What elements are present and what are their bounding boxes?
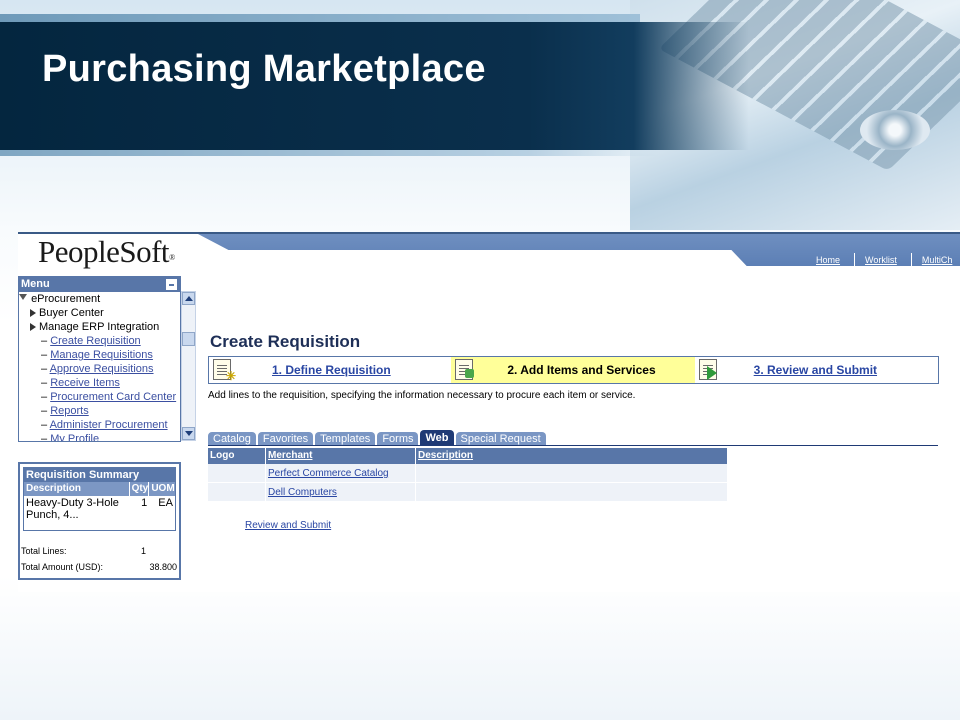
page-title: Create Requisition (210, 332, 361, 351)
merchant-logo (208, 464, 266, 482)
expanded-triangle-icon (19, 294, 27, 301)
total-lines-value: 1 (141, 546, 147, 556)
title-band-top-stripe (0, 14, 640, 22)
step-2-label: 2. Add Items and Services (507, 363, 656, 377)
merchant-link-dell[interactable]: Dell Computers (268, 487, 337, 498)
column-description-sort[interactable]: Description (416, 448, 728, 464)
menu-header: Menu (19, 277, 180, 292)
title-band-bottom-stripe (0, 150, 660, 156)
menu-link-reports[interactable]: Reports (50, 405, 89, 417)
summary-header-row: Description Qty UOM (24, 482, 175, 496)
nav-worklist-link[interactable]: Worklist (855, 255, 911, 265)
step-3-link[interactable]: 3. Review and Submit (754, 363, 877, 377)
menu-link-administer-procurement[interactable]: Administer Procurement (50, 419, 168, 431)
menu-panel: Menu eProcurement Buyer Center Manage ER… (18, 276, 181, 442)
tab-web[interactable]: Web (420, 430, 454, 446)
menu-link-procurement-card-center[interactable]: Procurement Card Center (50, 391, 176, 403)
summary-table: Requisition Summary Description Qty UOM … (23, 467, 176, 531)
top-nav: Home Worklist MultiCh (734, 252, 952, 268)
step-review-submit: 3. Review and Submit (695, 357, 938, 383)
merchant-grid: Logo Merchant Description Perfect Commer… (208, 448, 728, 502)
tab-special-request[interactable]: Special Request (455, 432, 546, 446)
column-qty: Qty (129, 482, 150, 496)
requisition-summary-panel: Requisition Summary Description Qty UOM … (18, 462, 181, 580)
tab-underline (208, 445, 938, 446)
column-uom: UOM (149, 482, 175, 496)
scroll-up-icon[interactable] (182, 292, 195, 305)
scroll-thumb[interactable] (182, 332, 195, 346)
total-lines: Total Lines: 1 (21, 546, 151, 556)
collapsed-triangle-icon (30, 323, 36, 331)
peoplesoft-logo: PeopleSoft® (38, 234, 175, 269)
tab-catalog[interactable]: Catalog (208, 432, 256, 446)
merchant-link-perfect-commerce[interactable]: Perfect Commerce Catalog (268, 468, 389, 479)
merchant-logo (208, 483, 266, 501)
arrow-right-icon (706, 366, 717, 380)
requisition-steps: ✳ 1. Define Requisition 2. Add Items and… (208, 356, 939, 384)
summary-row: Heavy-Duty 3-Hole Punch, 4... 1 EA (24, 496, 175, 522)
menu-link-receive-items[interactable]: Receive Items (50, 377, 120, 389)
menu-root-eprocurement[interactable]: eProcurement (19, 292, 179, 306)
collapsed-triangle-icon (30, 309, 36, 317)
menu-link-manage-requisitions[interactable]: Manage Requisitions (50, 349, 153, 361)
grid-header-row: Logo Merchant Description (208, 448, 728, 464)
menu-link-my-profile[interactable]: My Profile (50, 433, 99, 441)
source-tabs: Catalog Favorites Templates Forms Web Sp… (208, 430, 548, 446)
menu-title: Menu (21, 278, 50, 290)
merchant-description (416, 464, 728, 482)
column-merchant-sort[interactable]: Merchant (266, 448, 416, 464)
step-1-link[interactable]: 1. Define Requisition (272, 363, 391, 377)
tab-templates[interactable]: Templates (315, 432, 376, 446)
scroll-down-icon[interactable] (182, 427, 195, 440)
column-description: Description (24, 482, 130, 496)
table-row: Perfect Commerce Catalog (208, 464, 728, 483)
menu-folder-buyer-center[interactable]: Buyer Center (19, 306, 179, 320)
tab-forms[interactable]: Forms (377, 432, 419, 446)
total-amount: Total Amount (USD): 38.800 (21, 562, 177, 572)
menu-scrollbar[interactable] (181, 291, 196, 441)
step-add-items: 2. Add Items and Services (451, 357, 695, 383)
summary-title: Requisition Summary (24, 468, 175, 482)
summary-item-description: Heavy-Duty 3-Hole Punch, 4... (26, 497, 119, 521)
nav-home-link[interactable]: Home (734, 255, 854, 265)
merchant-description (416, 483, 728, 501)
collapse-icon[interactable] (166, 279, 177, 290)
summary-item-uom: EA (158, 497, 173, 509)
instructions-text: Add lines to the requisition, specifying… (208, 390, 636, 401)
menu-tree: eProcurement Buyer Center Manage ERP Int… (19, 292, 179, 441)
menu-folder-manage-erp-integration[interactable]: Manage ERP Integration (19, 320, 179, 334)
total-amount-value: 38.800 (149, 562, 177, 572)
nav-multichannel-link[interactable]: MultiCh (912, 255, 953, 265)
column-logo: Logo (208, 448, 266, 464)
review-and-submit-link[interactable]: Review and Submit (245, 520, 331, 531)
peoplesoft-screenshot: PeopleSoft® Home Worklist MultiCh Menu e… (18, 232, 960, 592)
tab-favorites[interactable]: Favorites (257, 432, 314, 446)
plus-icon (465, 369, 475, 378)
slide-title: Purchasing Marketplace (42, 48, 486, 90)
menu-link-create-requisition[interactable]: Create Requisition (50, 335, 141, 347)
summary-item-qty: 1 (141, 497, 148, 509)
step-define-requisition: ✳ 1. Define Requisition (209, 357, 451, 383)
star-icon: ✳ (226, 369, 237, 383)
menu-link-approve-requisitions[interactable]: Approve Requisitions (50, 363, 154, 375)
table-row: Dell Computers (208, 483, 728, 502)
